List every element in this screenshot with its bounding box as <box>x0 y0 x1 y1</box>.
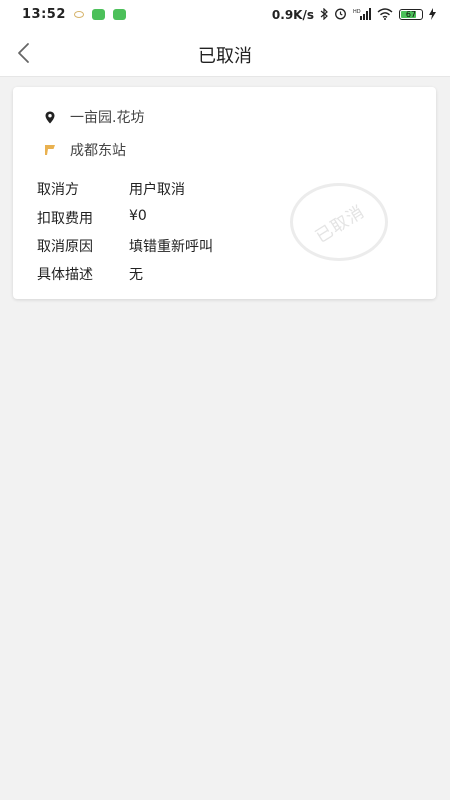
hd-signal-icon: HD <box>353 7 371 22</box>
battery-icon: 67 <box>399 9 423 20</box>
detail-value: 用户取消 <box>129 182 185 198</box>
destination-flag-icon <box>43 142 57 158</box>
route-start: 一亩园.花坊 <box>43 107 144 127</box>
status-bar: 13:52 0.9K/s HD 67 <box>0 0 450 30</box>
eye-icon <box>73 11 84 18</box>
bluetooth-icon <box>320 7 328 22</box>
header: 已取消 <box>0 30 450 77</box>
wifi-icon <box>377 7 393 22</box>
status-time: 13:52 <box>22 7 66 22</box>
route-end: 成都东站 <box>43 140 126 160</box>
detail-label: 具体描述 <box>37 267 93 283</box>
end-location: 成都东站 <box>70 143 126 159</box>
status-right: 0.9K/s HD 67 <box>272 7 436 22</box>
detail-label: 取消原因 <box>37 239 93 255</box>
detail-label: 扣取费用 <box>37 211 93 227</box>
detail-row-cancel-party: 取消方 用户取消 <box>37 179 185 199</box>
detail-value: ¥0 <box>129 208 147 224</box>
battery-level: 67 <box>405 10 417 19</box>
order-card: 一亩园.花坊 成都东站 取消方 用户取消 扣取费用 ¥0 取消原因 填错重新呼叫… <box>13 87 436 299</box>
status-left: 13:52 <box>22 7 126 22</box>
alarm-icon <box>334 7 347 22</box>
detail-row-description: 具体描述 无 <box>37 264 143 284</box>
stamp-text: 已取消 <box>312 201 369 247</box>
detail-label: 取消方 <box>37 182 79 198</box>
app-notification-icon <box>91 9 105 20</box>
location-pin-icon <box>43 109 57 125</box>
cancelled-stamp: 已取消 <box>290 183 388 261</box>
charging-icon <box>429 7 436 22</box>
svg-text:HD: HD <box>353 9 361 15</box>
detail-value: 无 <box>129 267 143 283</box>
start-location: 一亩园.花坊 <box>70 110 145 126</box>
detail-value: 填错重新呼叫 <box>129 239 213 255</box>
net-speed: 0.9K/s <box>271 7 314 22</box>
app-notification-icon <box>112 9 126 20</box>
detail-row-reason: 取消原因 填错重新呼叫 <box>37 236 213 256</box>
detail-row-fee: 扣取费用 ¥0 <box>37 208 147 228</box>
page-title: 已取消 <box>198 46 252 67</box>
